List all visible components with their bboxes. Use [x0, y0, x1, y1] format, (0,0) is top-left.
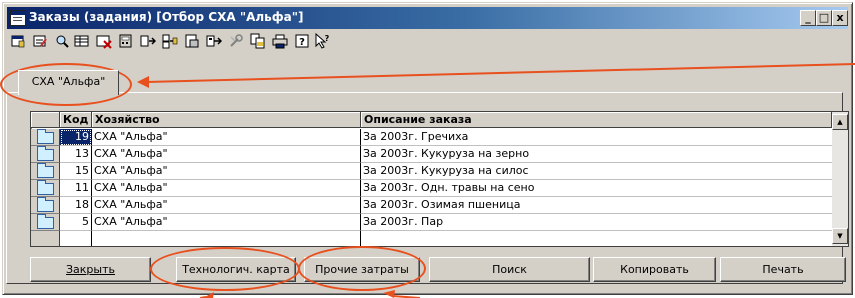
row-indicator — [31, 180, 60, 197]
edit-icon[interactable] — [32, 33, 48, 49]
cell-code-empty — [60, 231, 92, 246]
close-button[interactable]: Закрыть — [30, 257, 151, 282]
vertical-scrollbar[interactable]: ▲ ▼ — [832, 112, 848, 246]
title-bar: Заказы (задания) [Отбор СХА "Альфа"] _ □… — [7, 7, 848, 29]
pointer-help-icon[interactable]: ? — [314, 32, 330, 49]
merge-icon[interactable] — [162, 33, 178, 49]
table-row[interactable]: 13 СХА "Альфа" За 2003г. Кукуруза на зер… — [31, 146, 834, 163]
cell-code[interactable]: 18 — [60, 197, 92, 214]
row-indicator — [31, 231, 60, 246]
row-indicator — [31, 197, 60, 214]
scroll-down-button[interactable]: ▼ — [832, 228, 848, 244]
cell-farm[interactable]: СХА "Альфа" — [92, 129, 361, 146]
cell-description[interactable]: За 2003г. Пар — [361, 214, 834, 231]
row-indicator — [31, 129, 60, 146]
search-button[interactable]: Поиск — [429, 257, 590, 282]
cell-code[interactable]: 19 — [60, 129, 92, 146]
table-row[interactable]: 15 СХА "Альфа" За 2003г. Кукуруза на сил… — [31, 163, 834, 180]
maximize-button[interactable]: □ — [816, 10, 832, 26]
other-costs-button[interactable]: Прочие затраты — [304, 257, 420, 282]
folder-icon — [37, 129, 54, 144]
table-row[interactable]: 19 СХА "Альфа" За 2003г. Гречиха — [31, 129, 834, 146]
tab-farm[interactable]: СХА "Альфа" — [18, 70, 119, 95]
table-row[interactable]: 5 СХА "Альфа" За 2003г. Пар — [31, 214, 834, 231]
table-row[interactable]: 11 СХА "Альфа" За 2003г. Одн. травы на с… — [31, 180, 834, 197]
report-icon[interactable] — [184, 33, 200, 49]
window-icon — [10, 10, 26, 26]
window-title: Заказы (задания) [Отбор СХА "Альфа"] — [29, 10, 304, 24]
folder-icon — [37, 180, 54, 195]
find-icon[interactable] — [54, 33, 70, 49]
cell-farm[interactable]: СХА "Альфа" — [92, 163, 361, 180]
folder-icon — [37, 214, 54, 229]
move-icon[interactable] — [140, 33, 157, 49]
close-button-label: Закрыть — [66, 263, 115, 276]
cell-farm[interactable]: СХА "Альфа" — [92, 146, 361, 163]
print-button[interactable]: Печать — [720, 257, 846, 282]
table-row-partial — [31, 231, 834, 246]
grid-header: Код Хозяйство Описание заказа — [31, 112, 832, 129]
cell-farm[interactable]: СХА "Альфа" — [92, 214, 361, 231]
tech-card-button[interactable]: Технологич. карта — [176, 257, 296, 282]
table-row[interactable]: 18 СХА "Альфа" За 2003г. Озимая пшеница — [31, 197, 834, 214]
cell-code[interactable]: 13 — [60, 146, 92, 163]
row-indicator — [31, 214, 60, 231]
cell-farm[interactable]: СХА "Альфа" — [92, 180, 361, 197]
copy-button[interactable]: Копировать — [593, 257, 716, 282]
help-icon[interactable]: ? — [294, 33, 310, 49]
cell-description[interactable]: За 2003г. Гречиха — [361, 129, 834, 146]
folder-icon — [37, 197, 54, 212]
header-code[interactable]: Код — [60, 112, 92, 128]
scroll-up-button[interactable]: ▲ — [832, 114, 848, 130]
cell-code[interactable]: 11 — [60, 180, 92, 197]
cell-description[interactable]: За 2003г. Кукуруза на силос — [361, 163, 834, 180]
cell-description[interactable]: За 2003г. Кукуруза на зерно — [361, 146, 834, 163]
tools-icon[interactable] — [228, 33, 244, 49]
close-window-button[interactable]: x — [832, 10, 848, 26]
export-icon[interactable] — [206, 33, 223, 49]
calc-icon[interactable] — [118, 33, 134, 49]
cell-description[interactable]: За 2003г. Озимая пшеница — [361, 197, 834, 214]
header-farm[interactable]: Хозяйство — [92, 112, 361, 128]
header-description[interactable]: Описание заказа — [361, 112, 832, 128]
header-indicator — [31, 112, 60, 128]
cell-farm[interactable]: СХА "Альфа" — [92, 197, 361, 214]
folder-icon — [37, 146, 54, 161]
cell-code[interactable]: 5 — [60, 214, 92, 231]
row-indicator — [31, 146, 60, 163]
grid-icon[interactable] — [74, 33, 90, 49]
print-icon[interactable] — [272, 33, 288, 49]
row-indicator — [31, 163, 60, 180]
minimize-button[interactable]: _ — [800, 10, 816, 26]
orders-grid[interactable]: Код Хозяйство Описание заказа 19 СХА "Ал… — [30, 111, 849, 247]
cell-farm-empty — [92, 231, 361, 246]
new-icon[interactable] — [10, 33, 26, 49]
svg-text:?: ? — [325, 34, 330, 43]
svg-text:?: ? — [299, 37, 305, 48]
toolbar: ? ? — [10, 32, 470, 54]
cell-description-empty — [361, 231, 834, 246]
cell-description[interactable]: За 2003г. Одн. травы на сено — [361, 180, 834, 197]
folder-icon — [37, 163, 54, 178]
cell-code[interactable]: 15 — [60, 163, 92, 180]
delete-icon[interactable] — [96, 33, 112, 49]
copy-icon[interactable] — [250, 33, 266, 49]
